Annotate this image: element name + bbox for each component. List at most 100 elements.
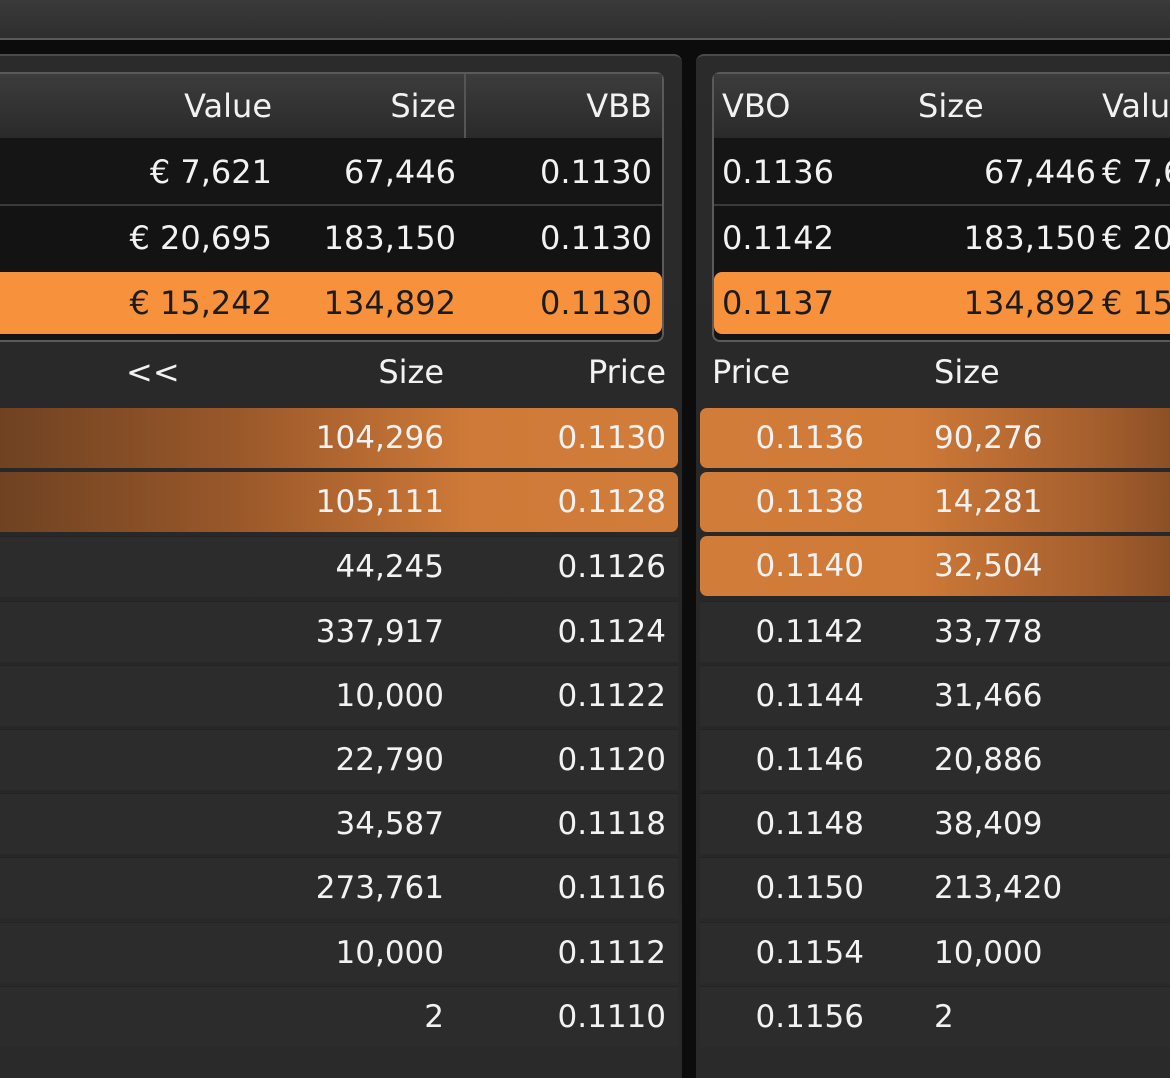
size-cell: 134,892 [963,284,1096,322]
header-size[interactable]: Size [276,74,456,138]
size-cell: 104,296 [315,420,444,456]
price-cell: 0.1136 [722,153,834,191]
value-cell: € 15 [1102,284,1170,322]
header-price[interactable]: Price [500,342,666,402]
ask-book-row[interactable]: 0.1148 38,409 [700,793,1170,854]
bid-book-row[interactable]: 273,761 0.1116 [0,857,678,918]
ask-book-row[interactable]: 0.1138 14,281 [700,472,1170,532]
price-cell: 0.1146 [755,742,864,778]
size-cell: 213,420 [934,870,1063,906]
price-cell: 0.1148 [755,806,864,842]
price-cell: 0.1154 [755,935,864,971]
value-cell: € 20 [1102,219,1170,257]
bid-book-row[interactable]: 10,000 0.1112 [0,922,678,983]
size-cell: 2 [424,999,444,1035]
header-size[interactable]: Size [918,74,1038,138]
bid-book-row[interactable]: 22,790 0.1120 [0,729,678,790]
size-cell: 183,150 [323,219,456,257]
price-cell: 0.1142 [722,219,834,257]
price-cell: 0.1138 [755,484,864,520]
top-bar [0,0,1170,40]
size-cell: 44,245 [335,549,444,585]
ask-summary-header: VBO Size Valu [714,74,1170,138]
value-cell: € 7,621 [149,153,272,191]
size-cell: 90,276 [934,420,1043,456]
header-value[interactable]: Valu [1102,74,1170,138]
price-cell: 0.1128 [557,484,666,520]
size-cell: 33,778 [934,614,1043,650]
price-cell: 0.1156 [755,999,864,1035]
bid-book-row[interactable]: 2 0.1110 [0,986,678,1047]
ask-summary-row[interactable]: 0.1136 67,446 € 7,6 [714,140,1170,206]
header-vbo[interactable]: VBO [722,74,842,138]
header-price[interactable]: Price [712,342,832,402]
price-cell: 0.1144 [755,678,864,714]
ask-book-row[interactable]: 0.1136 90,276 [700,408,1170,468]
price-cell: 0.1112 [557,935,666,971]
price-cell: 0.1137 [722,284,834,322]
ask-summary-row-highlighted[interactable]: 0.1137 134,892 € 15 [714,272,1170,334]
ask-book-row[interactable]: 0.1140 32,504 [700,536,1170,596]
size-cell: 34,587 [335,806,444,842]
ask-book-row[interactable]: 0.1146 20,886 [700,729,1170,790]
ask-book-row[interactable]: 0.1144 31,466 [700,665,1170,726]
collapse-button[interactable]: << [126,342,186,402]
price-cell: 0.1126 [557,549,666,585]
value-cell: € 20,695 [129,219,273,257]
bid-summary-header: Value Size VBB [0,74,662,138]
price-cell: 0.1150 [755,870,864,906]
price-cell: 0.1130 [557,420,666,456]
price-cell: 0.1118 [557,806,666,842]
size-cell: 183,150 [963,219,1096,257]
header-size[interactable]: Size [300,342,444,402]
price-cell: 0.1120 [557,742,666,778]
price-cell: 0.1142 [755,614,864,650]
size-cell: 38,409 [934,806,1043,842]
size-cell: 10,000 [934,935,1043,971]
header-size[interactable]: Size [934,342,1054,402]
size-cell: 105,111 [315,484,444,520]
ask-summary-table: VBO Size Valu 0.1136 67,446 € 7,6 0.1142… [712,72,1170,342]
ask-book-row[interactable]: 0.1150 213,420 [700,857,1170,918]
bid-book-row[interactable]: 34,587 0.1118 [0,793,678,854]
ask-book-row[interactable]: 0.1142 33,778 [700,601,1170,662]
bid-book-row[interactable]: 104,296 0.1130 [0,408,678,468]
size-cell: 32,504 [934,548,1043,584]
bid-summary-row[interactable]: € 7,621 67,446 0.1130 [0,140,662,206]
size-cell: 273,761 [315,870,444,906]
size-cell: 22,790 [335,742,444,778]
ask-panel: VBO Size Valu 0.1136 67,446 € 7,6 0.1142… [696,54,1170,1078]
bid-summary-row-highlighted[interactable]: € 15,242 134,892 0.1130 [0,272,662,334]
size-cell: 67,446 [344,153,456,191]
size-cell: 134,892 [323,284,456,322]
ask-book-header: Price Size [696,342,1170,402]
price-cell: 0.1136 [755,420,864,456]
price-cell: 0.1130 [540,153,652,191]
size-cell: 2 [934,999,954,1035]
ask-book-row[interactable]: 0.1154 10,000 [700,922,1170,983]
size-cell: 14,281 [934,484,1043,520]
price-cell: 0.1116 [557,870,666,906]
size-cell: 67,446 [984,153,1096,191]
bid-book-row[interactable]: 44,245 0.1126 [0,536,678,597]
size-cell: 31,466 [934,678,1043,714]
bid-book-row[interactable]: 105,111 0.1128 [0,472,678,532]
header-value[interactable]: Value [0,74,272,138]
price-cell: 0.1130 [540,284,652,322]
bid-book-row[interactable]: 337,917 0.1124 [0,601,678,662]
header-vbb[interactable]: VBB [466,74,652,138]
value-cell: € 7,6 [1102,153,1170,191]
price-cell: 0.1122 [557,678,666,714]
size-cell: 20,886 [934,742,1043,778]
bid-book-row[interactable]: 10,000 0.1122 [0,665,678,726]
size-cell: 10,000 [335,678,444,714]
ask-book-row[interactable]: 0.1156 2 [700,986,1170,1047]
ask-summary-row[interactable]: 0.1142 183,150 € 20 [714,206,1170,270]
size-cell: 10,000 [335,935,444,971]
bid-summary-row[interactable]: € 20,695 183,150 0.1130 [0,206,662,270]
bid-summary-table: Value Size VBB € 7,621 67,446 0.1130 € 2… [0,72,664,342]
bid-book-header: << Size Price [0,342,682,402]
value-cell: € 15,242 [129,284,273,322]
price-cell: 0.1140 [755,548,864,584]
price-cell: 0.1124 [557,614,666,650]
